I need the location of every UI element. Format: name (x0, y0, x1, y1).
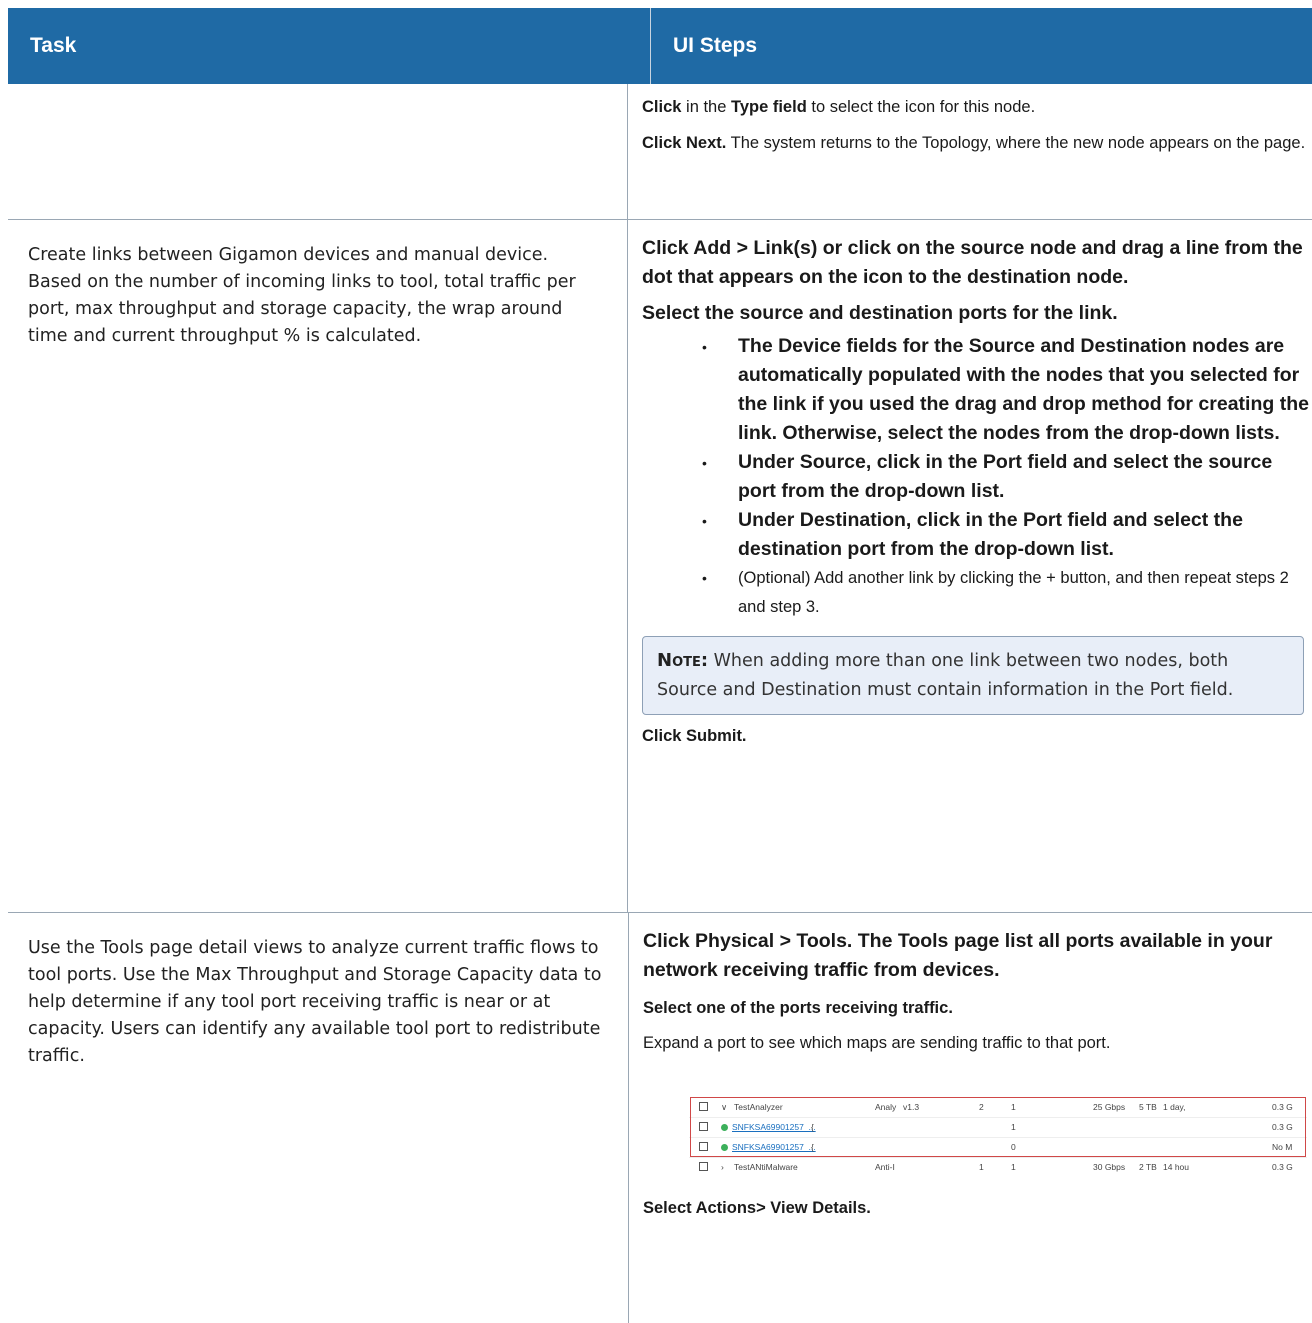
max-throughput: 30 Gbps (1093, 1162, 1126, 1172)
storage-capacity: 2 TB (1139, 1162, 1157, 1172)
note-box: Note: When adding more than one link bet… (642, 636, 1304, 715)
step-text: The system returns to the Topology, wher… (726, 134, 1306, 152)
highlight-box (690, 1097, 1306, 1157)
table-row: Use the Tools page detail views to analy… (8, 913, 1312, 1323)
steps-cell: Click in the Type field to select the ic… (628, 84, 1312, 219)
step-next: Click Next. The system returns to the To… (642, 128, 1312, 158)
note-text: When adding more than one link between t… (657, 651, 1234, 700)
tool-name: TestANtiMalware (734, 1162, 798, 1172)
table-row: Create links between Gigamon devices and… (8, 220, 1312, 913)
step-select-ports: Select the source and destination ports … (642, 302, 1118, 324)
bullet-icon: • (702, 455, 707, 471)
step-submit: Click Submit. (642, 727, 747, 745)
list-item: • The Device fields for the Source and De… (642, 332, 1312, 448)
chevron-right-icon[interactable]: › (721, 1162, 724, 1172)
step-view-details: Select Actions> View Details. (643, 1199, 871, 1217)
steps-cell: Click Add > Link(s) or click on the sour… (628, 220, 1312, 912)
table-row: Click in the Type field to select the ic… (8, 84, 1312, 220)
step-physical-tools: Click Physical > Tools. The Tools page l… (643, 930, 1273, 981)
step-bold: Click Next. (642, 134, 727, 152)
table-header: Task UI Steps (8, 8, 1312, 84)
bullet-icon: • (702, 513, 707, 529)
header-ui-steps: UI Steps (673, 34, 758, 57)
steps-cell: Click Physical > Tools. The Tools page l… (628, 913, 1312, 1323)
task-cell: Use the Tools page detail views to analy… (28, 938, 602, 1066)
bullet-icon: • (702, 339, 707, 355)
step-bold: Type field (730, 98, 807, 116)
step-text: to select the icon for this node. (806, 98, 1036, 116)
list-item: • Under Destination, click in the Port fi… (642, 506, 1312, 564)
step-select-port: Select one of the ports receiving traffi… (643, 999, 953, 1017)
list-item: • Under Source, click in the Port field a… (642, 448, 1312, 506)
tool-count-b: 1 (1011, 1162, 1016, 1172)
list-item-text: (Optional) Add another link by clicking … (738, 569, 1289, 616)
checkbox[interactable] (699, 1162, 708, 1171)
note-label: Note: (657, 650, 709, 671)
current-throughput: 0.3 G (1272, 1162, 1293, 1172)
list-item: • (Optional) Add another link by clicking… (642, 564, 1312, 622)
bullet-icon: • (702, 570, 707, 586)
step-text: Expand a port to see which maps are send… (643, 1034, 1111, 1052)
list-item-text: Under Source, click in the Port field an… (738, 451, 1273, 502)
task-cell (8, 84, 628, 219)
task-table: Task UI Steps Click in the Type field to… (8, 8, 1312, 1323)
list-item-text: The Device fields for the Source and Des… (738, 335, 1309, 444)
table-row: › TestANtiMalware Anti-I 1 1 30 Gbps 2 T… (689, 1157, 1307, 1177)
tool-type: Anti-I (875, 1162, 895, 1172)
wrap-time: 14 hou (1163, 1162, 1189, 1172)
step-add-link: Click Add > Link(s) or click on the sour… (642, 237, 1303, 288)
tools-table-screenshot: ∨ TestAnalyzer Analy v1.3 2 1 25 Gbps 5 … (689, 1097, 1307, 1177)
step-bold: Click (642, 98, 682, 116)
step-expand-port: Expand a port to see which maps are send… (643, 1034, 1312, 1053)
step-type-field: Click in the Type field to select the ic… (642, 92, 1312, 122)
tool-count-a: 1 (979, 1162, 984, 1172)
list-item-text: Under Destination, click in the Port fie… (738, 509, 1243, 560)
step-text: in the (681, 98, 731, 116)
task-cell: Create links between Gigamon devices and… (8, 220, 628, 912)
header-task: Task (8, 8, 651, 84)
bullet-list: • The Device fields for the Source and De… (642, 332, 1312, 622)
